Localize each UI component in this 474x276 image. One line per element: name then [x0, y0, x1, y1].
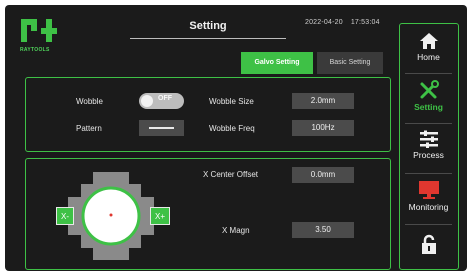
nav-label-monitoring: Monitoring — [408, 202, 449, 212]
galvo-position-display: X- X+ — [56, 171, 171, 261]
x-center-offset-input[interactable]: 0.0mm — [292, 167, 354, 183]
wobble-label: Wobble — [76, 97, 103, 106]
raytools-logo-mark-icon — [21, 19, 57, 42]
x-center-offset-label: X Center Offset — [203, 170, 258, 179]
date-text: 2022-04-20 — [305, 19, 343, 26]
nav-item-process[interactable]: Process — [400, 130, 457, 160]
nav-divider — [405, 173, 452, 174]
logo-text: RAYTOOLS — [20, 47, 50, 53]
wobble-freq-label: Wobble Freq — [209, 124, 255, 133]
x-magn-input[interactable]: 3.50 — [292, 222, 354, 238]
wobble-freq-input[interactable]: 100Hz — [292, 120, 354, 136]
raytools-logo: RAYTOOLS — [20, 17, 60, 57]
datetime: 2022-04-20 17:53:04 — [305, 19, 388, 26]
wobble-size-label: Wobble Size — [209, 97, 254, 106]
nav-item-monitoring[interactable]: Monitoring — [400, 180, 457, 212]
title-underline — [130, 38, 286, 39]
nav-label-home: Home — [417, 52, 440, 62]
wobble-panel: Wobble OFF Pattern Wobble Size 2.0mm Wob… — [25, 77, 391, 152]
nav-divider — [405, 123, 452, 124]
wobble-toggle[interactable]: OFF — [139, 93, 184, 109]
x-magn-label: X Magn — [222, 226, 250, 235]
x-plus-button[interactable]: X+ — [150, 207, 171, 225]
line-pattern-icon — [149, 127, 174, 129]
sliders-icon — [419, 130, 438, 148]
nav-label-setting: Setting — [414, 102, 443, 112]
pattern-label: Pattern — [76, 124, 102, 133]
nav-divider — [405, 73, 452, 74]
nav-label-process: Process — [413, 150, 444, 160]
page-title: Setting — [189, 20, 227, 32]
time-text: 17:53:04 — [350, 19, 380, 26]
galvo-center-dot — [109, 213, 113, 217]
x-minus-button[interactable]: X- — [56, 207, 74, 225]
nav-item-lock[interactable] — [400, 234, 457, 258]
toggle-knob — [141, 95, 153, 107]
nav-item-setting[interactable]: Setting — [400, 80, 457, 112]
tools-icon — [420, 80, 439, 99]
tab-basic-setting[interactable]: Basic Setting — [317, 52, 383, 74]
nav-item-home[interactable]: Home — [400, 32, 457, 62]
toggle-state-text: OFF — [158, 95, 172, 102]
monitor-icon — [418, 181, 439, 199]
nav-divider — [405, 224, 452, 225]
wobble-size-input[interactable]: 2.0mm — [292, 93, 354, 109]
galvo-center-panel: X- X+ X Center Offset 0.0mm X Magn 3.50 — [25, 158, 391, 270]
hmi-screen: RAYTOOLS Setting 2022-04-20 17:53:04 Galv… — [5, 5, 467, 271]
side-nav: Home Setting Process Monitoring — [399, 23, 459, 270]
home-icon — [419, 33, 438, 49]
lock-open-icon — [421, 234, 436, 254]
tab-galvo-setting[interactable]: Galvo Setting — [241, 52, 313, 74]
pattern-selector[interactable] — [139, 120, 184, 136]
